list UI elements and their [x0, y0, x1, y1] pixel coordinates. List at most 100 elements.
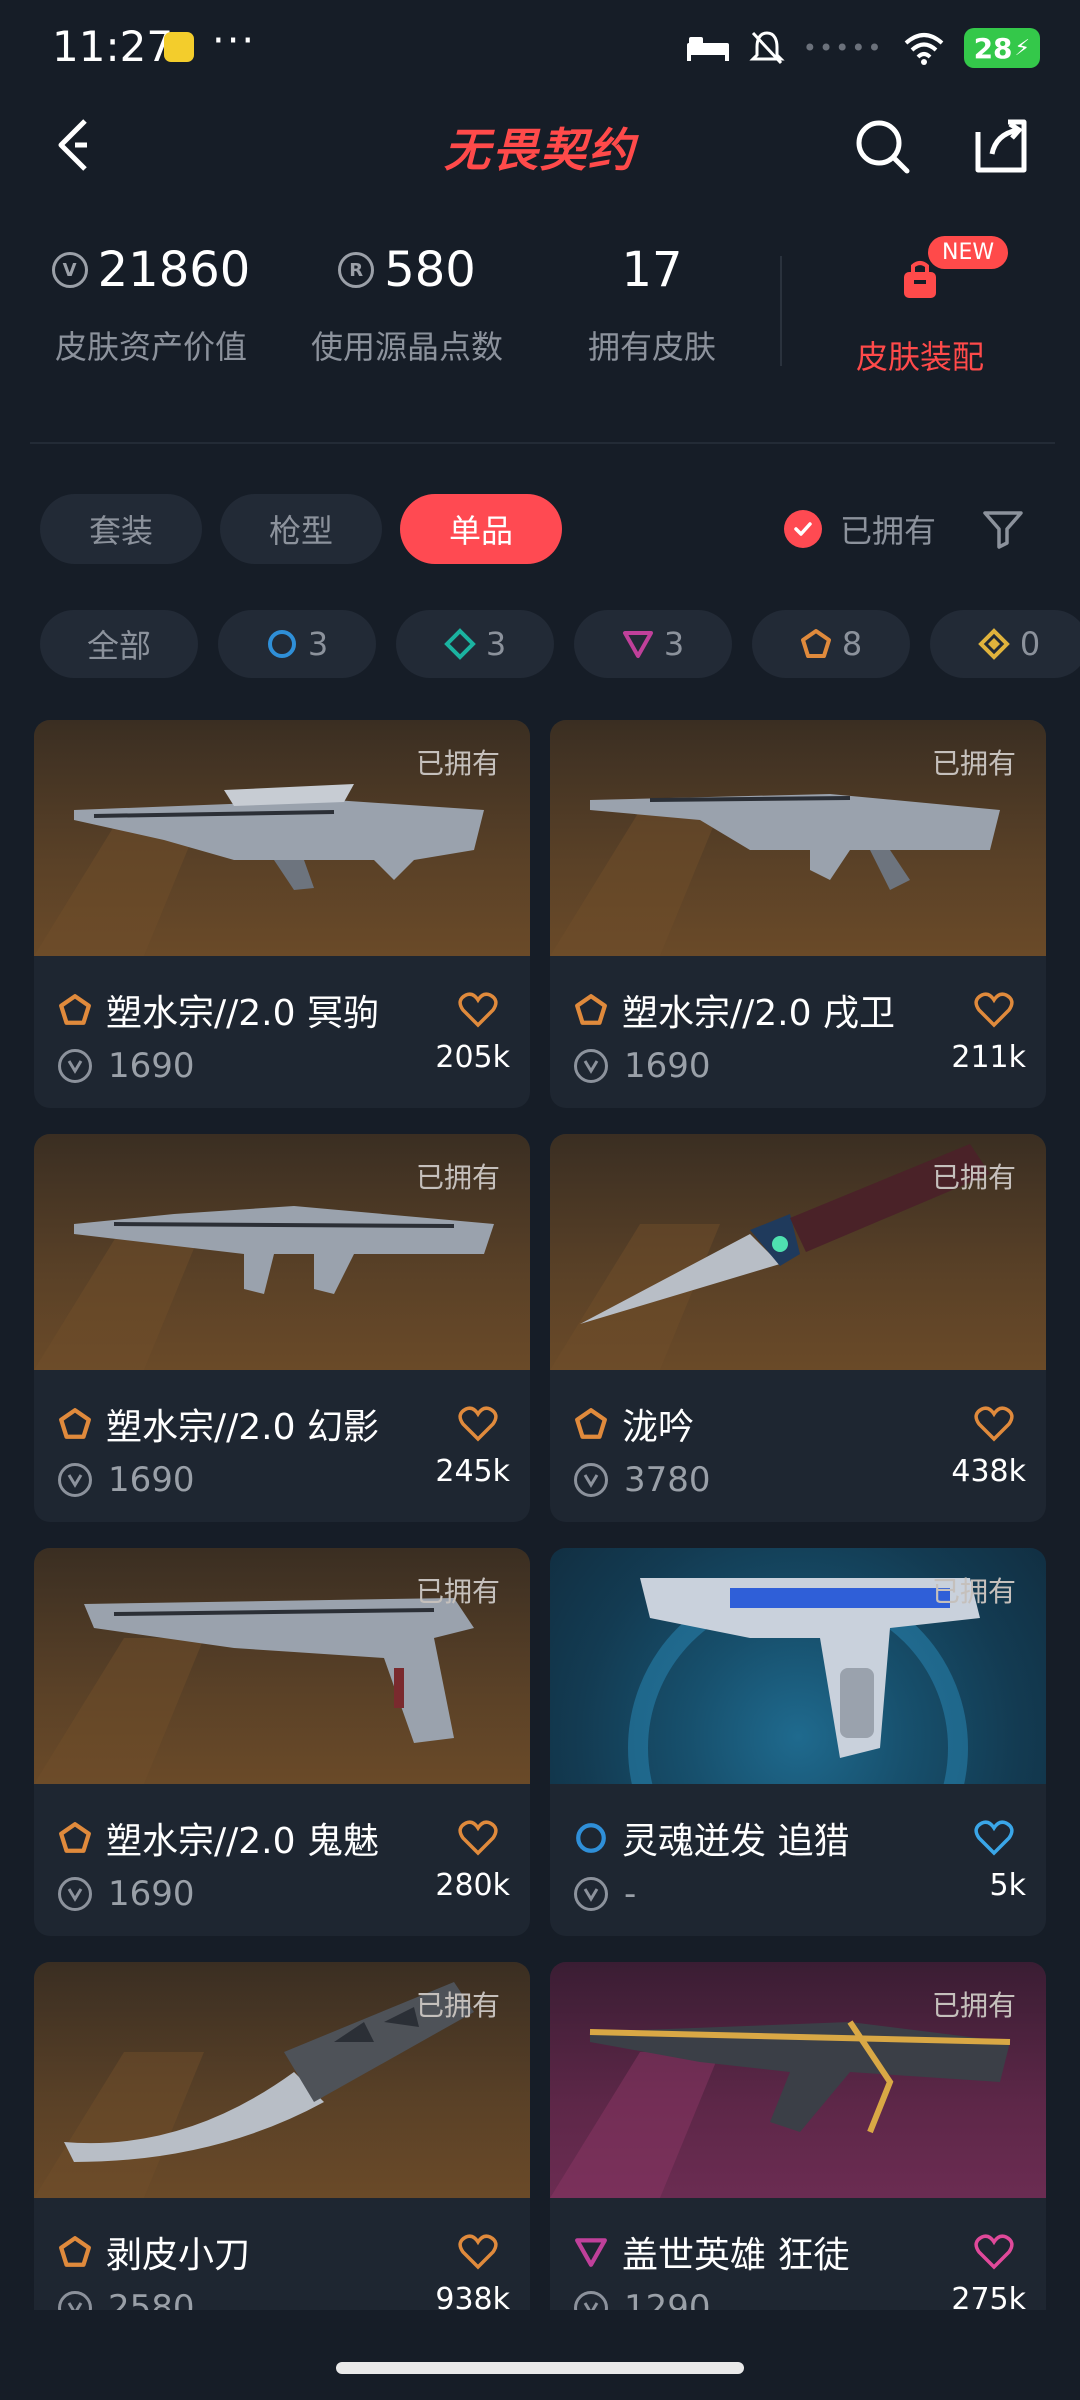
like-count: 438k: [951, 1454, 1026, 1489]
skin-name: 剥皮小刀: [106, 2235, 251, 2276]
skin-price: 1690: [108, 1874, 195, 1914]
owned-tag: 已拥有: [415, 1161, 500, 1194]
skin-name: 泷吟: [622, 1407, 695, 1448]
deluxe-tier-icon: [443, 628, 476, 660]
tab-weapon-type[interactable]: 枪型: [220, 494, 382, 564]
status-icons: ••••• 28 ⚡: [685, 26, 1040, 70]
skin-name: 灵魂迸发 追猎: [622, 1821, 850, 1862]
category-tabs: 套装 枪型 单品: [40, 494, 562, 564]
heart-icon: [458, 1406, 498, 1442]
battery-level: 28: [973, 31, 1013, 65]
new-badge: NEW: [928, 236, 1009, 269]
tab-single-item[interactable]: 单品: [400, 494, 562, 564]
check-icon: [784, 510, 822, 548]
app-header: 无畏契约: [0, 100, 1080, 190]
outfit-label: 皮肤装配: [855, 338, 984, 376]
tier-chip-count: 3: [307, 625, 329, 663]
wifi-icon: [904, 33, 943, 65]
favorite-button[interactable]: [456, 1404, 500, 1444]
heart-icon: [458, 992, 498, 1028]
stat-asset-value: V 21860 皮肤资产价值: [40, 236, 262, 368]
owned-tag: 已拥有: [931, 747, 1016, 780]
share-button[interactable]: [966, 110, 1038, 182]
filter-button[interactable]: [978, 504, 1028, 554]
vp-currency-icon: [574, 1877, 608, 1911]
skin-price: 1690: [108, 1460, 195, 1500]
favorite-button[interactable]: [972, 2232, 1016, 2272]
skin-price: 3780: [624, 1460, 711, 1500]
owned-tag: 已拥有: [931, 1989, 1016, 2022]
skin-card[interactable]: 已拥有 塑水宗//2.0 戌卫 1690 211k: [550, 720, 1046, 1108]
owned-filter-label: 已拥有: [840, 512, 937, 550]
asset-stats: V 21860 皮肤资产价值 R 580 使用源晶点数 17 拥有皮肤 皮肤装配: [0, 236, 1080, 386]
heart-icon: [458, 1820, 498, 1856]
home-gesture-bar[interactable]: [336, 2362, 744, 2374]
heart-icon: [974, 1406, 1014, 1442]
favorite-button[interactable]: [972, 1404, 1016, 1444]
skin-card[interactable]: 已拥有 灵魂迸发 追猎 - 5k: [550, 1548, 1046, 1936]
favorite-button[interactable]: [972, 990, 1016, 1030]
skin-card[interactable]: 已拥有 塑水宗//2.0 幻影 1690 245k: [34, 1134, 530, 1522]
premium-tier-icon: [575, 2238, 607, 2267]
exclusive-tier-icon: [800, 629, 831, 658]
favorite-button[interactable]: [456, 2232, 500, 2272]
share-icon: [975, 119, 1027, 173]
signal-dots: •••••: [802, 34, 884, 62]
radianite-icon: R: [338, 252, 375, 288]
exclusive-tier-icon: [575, 1408, 607, 1439]
ultra-tier-icon: [977, 628, 1010, 660]
skin-price: 1690: [624, 1046, 711, 1086]
tier-chip-label: 全部: [86, 627, 151, 665]
heart-icon: [974, 2234, 1014, 2270]
owned-tag: 已拥有: [931, 1161, 1016, 1194]
vp-currency-icon: [574, 1463, 608, 1497]
status-more-dots: ···: [212, 18, 257, 64]
favorite-button[interactable]: [972, 1818, 1016, 1858]
tier-chip-count: 3: [485, 625, 507, 663]
vp-currency-icon: [574, 1049, 608, 1083]
vp-currency-icon: [58, 1049, 92, 1083]
stat-label: 皮肤资产价值: [54, 328, 247, 366]
skin-price: 1690: [108, 1046, 195, 1086]
like-count: 280k: [435, 1868, 510, 1903]
favorite-button[interactable]: [456, 1818, 500, 1858]
app-logo: 无畏契约: [444, 123, 636, 177]
skin-name: 塑水宗//2.0 冥驹: [106, 993, 379, 1034]
heart-icon: [974, 1820, 1014, 1856]
tab-bundle[interactable]: 套装: [40, 494, 202, 564]
premium-tier-icon: [622, 631, 653, 658]
search-icon: [856, 120, 910, 174]
owned-filter-toggle[interactable]: 已拥有: [784, 504, 936, 554]
tier-chip-count: 8: [841, 625, 863, 663]
search-button[interactable]: [846, 110, 918, 182]
status-bar: 11:27 ··· ••••• 28 ⚡: [0, 0, 1080, 100]
skin-price: -: [624, 1874, 637, 1914]
skin-card[interactable]: 已拥有 盖世英雄 狂徒 1290 275k: [550, 1962, 1046, 2350]
tier-chip-premium[interactable]: 3: [574, 610, 732, 678]
heart-icon: [458, 2234, 498, 2270]
owned-tag: 已拥有: [415, 1989, 500, 2022]
skin-name: 塑水宗//2.0 幻影: [106, 1407, 379, 1448]
tier-chip-select[interactable]: 3: [218, 610, 376, 678]
skin-card[interactable]: 已拥有 泷吟 3780 438k: [550, 1134, 1046, 1522]
skin-name: 塑水宗//2.0 鬼魅: [106, 1821, 379, 1862]
tier-chip-count: 3: [663, 625, 685, 663]
tier-chip-count: 0: [1019, 625, 1041, 663]
favorite-button[interactable]: [456, 990, 500, 1030]
tier-chip-deluxe[interactable]: 3: [396, 610, 554, 678]
like-count: 245k: [435, 1454, 510, 1489]
skin-card[interactable]: 已拥有 塑水宗//2.0 冥驹 1690 205k: [34, 720, 530, 1108]
skin-card[interactable]: 已拥有 塑水宗//2.0 鬼魅 1690 280k: [34, 1548, 530, 1936]
stat-label: 使用源晶点数: [310, 328, 503, 366]
skin-card[interactable]: 已拥有 剥皮小刀 2580 938k: [34, 1962, 530, 2350]
tier-chip-exclusive[interactable]: 8: [752, 610, 910, 678]
tier-chip-ultra[interactable]: 0: [930, 610, 1080, 678]
app-notification-icon: [164, 32, 194, 62]
owned-tag: 已拥有: [931, 1575, 1016, 1608]
heart-icon: [974, 992, 1014, 1028]
exclusive-tier-icon: [59, 994, 91, 1025]
skin-name: 盖世英雄 狂徒: [622, 2235, 850, 2276]
tier-chip-all[interactable]: 全部: [40, 610, 198, 678]
vp-currency-icon: V: [51, 252, 88, 288]
like-count: 5k: [989, 1868, 1026, 1903]
